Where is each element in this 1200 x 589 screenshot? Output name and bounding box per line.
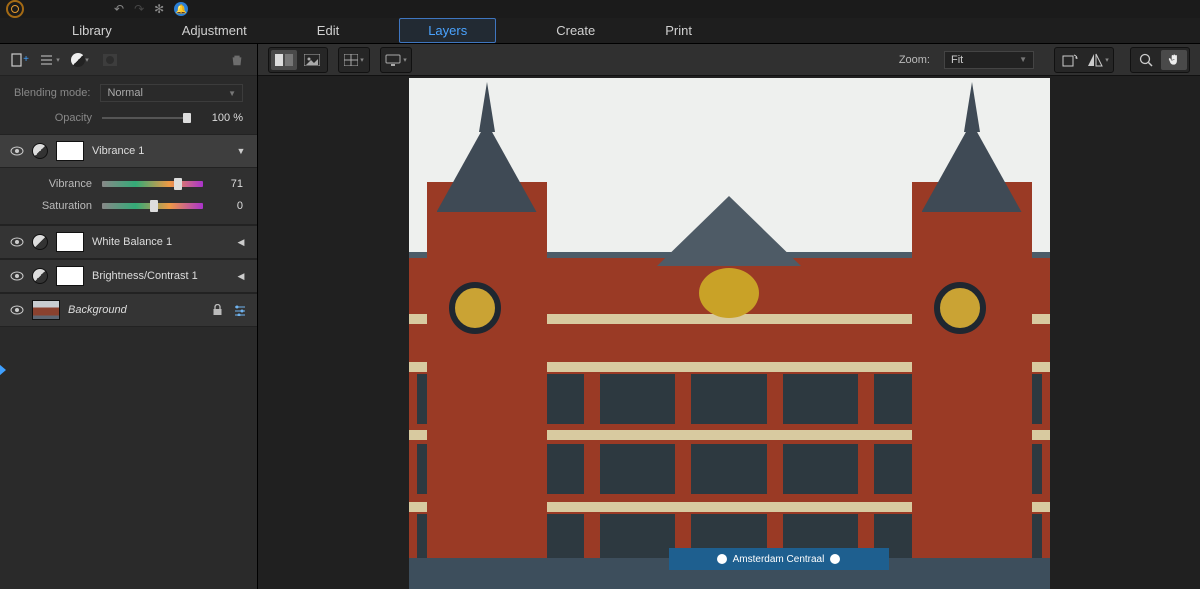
canvas-area: ▾ ▾ Zoom: Fit ▼ ▾ [258,44,1200,589]
blending-mode-label: Blending mode: [14,87,90,99]
vibrance-slider[interactable] [102,181,203,187]
zoom-select[interactable]: Fit ▼ [944,51,1034,69]
tab-create[interactable]: Create [546,19,605,42]
tab-print[interactable]: Print [655,19,702,42]
vibrance-adjustments: Vibrance 71 Saturation 0 [0,168,257,225]
layer-white-balance[interactable]: White Balance 1 ◀ [0,225,257,259]
layer-mask-thumbnail[interactable] [56,266,84,286]
compare-view-button[interactable] [271,50,297,70]
expand-icon[interactable]: ◀ [235,237,247,248]
rotate-button[interactable] [1057,50,1083,70]
visibility-toggle-icon[interactable] [10,271,24,281]
app-logo [6,0,24,18]
layers-panel-toolbar: + ▾ ▾ [0,44,257,76]
single-view-button[interactable] [299,50,325,70]
opacity-slider[interactable] [102,117,191,119]
layers-panel: + ▾ ▾ Blending mode: Normal ▼ [0,44,258,589]
saturation-slider-value: 0 [213,200,243,212]
edited-image: Amsterdam Centraal [409,78,1050,589]
mask-button[interactable] [100,51,120,69]
adjustment-layer-icon [32,268,48,284]
image-viewport[interactable]: Amsterdam Centraal [258,76,1200,589]
vibrance-slider-label: Vibrance [14,178,92,190]
delete-layer-button[interactable] [227,51,247,69]
layer-name: Background [68,304,204,316]
saturation-slider-label: Saturation [14,200,92,212]
adjustment-layer-icon [32,143,48,159]
vibrance-slider-value: 71 [213,178,243,190]
lock-icon[interactable] [212,304,223,316]
layer-mask-thumbnail[interactable] [56,141,84,161]
layer-vibrance[interactable]: Vibrance 1 ▼ [0,134,257,168]
chevron-down-icon: ▼ [228,89,236,98]
panel-collapse-handle[interactable] [0,364,6,376]
tab-layers[interactable]: Layers [399,18,496,43]
layer-name: Brightness/Contrast 1 [92,270,227,282]
title-bar: ↶ ↷ ✻ 🔔 [0,0,1200,18]
visibility-toggle-icon[interactable] [10,305,24,315]
layer-background[interactable]: Background [0,293,257,327]
flip-button[interactable]: ▾ [1085,50,1111,70]
zoom-tool-button[interactable] [1133,50,1159,70]
image-sign-text: Amsterdam Centraal [733,554,825,565]
layer-settings-icon[interactable] [233,305,247,316]
saturation-slider[interactable] [102,203,203,209]
zoom-value: Fit [951,54,963,66]
chevron-down-icon: ▼ [1019,55,1027,64]
adjustment-layer-icon [32,234,48,250]
module-tabs: Library Adjustment Edit Layers Create Pr… [0,18,1200,44]
collapse-icon[interactable]: ▼ [235,146,247,156]
layer-options-button[interactable]: ▾ [40,51,60,69]
undo-icon[interactable]: ↶ [114,2,124,16]
layer-name: Vibrance 1 [92,145,227,157]
pan-tool-button[interactable] [1161,50,1187,70]
opacity-label: Opacity [14,112,92,124]
zoom-label: Zoom: [899,54,930,66]
tab-edit[interactable]: Edit [307,19,349,42]
canvas-toolbar: ▾ ▾ Zoom: Fit ▼ ▾ [258,44,1200,76]
opacity-value: 100 % [201,112,243,124]
image-sign: Amsterdam Centraal [669,548,889,570]
visibility-toggle-icon[interactable] [10,146,24,156]
layer-thumbnail[interactable] [32,300,60,320]
expand-icon[interactable]: ◀ [235,271,247,282]
gear-icon[interactable]: ✻ [154,2,164,16]
layer-name: White Balance 1 [92,236,227,248]
adjustment-layer-button[interactable]: ▾ [70,51,90,69]
tab-adjustment[interactable]: Adjustment [172,19,257,42]
layer-brightness-contrast[interactable]: Brightness/Contrast 1 ◀ [0,259,257,293]
tab-library[interactable]: Library [62,19,122,42]
visibility-toggle-icon[interactable] [10,237,24,247]
display-options-button[interactable]: ▾ [383,50,409,70]
grid-overlay-button[interactable]: ▾ [341,50,367,70]
blending-mode-select[interactable]: Normal ▼ [100,84,243,102]
layer-mask-thumbnail[interactable] [56,232,84,252]
notification-bell-icon[interactable]: 🔔 [174,2,188,16]
blending-mode-value: Normal [107,87,142,99]
redo-icon[interactable]: ↷ [134,2,144,16]
add-layer-button[interactable]: + [10,51,30,69]
